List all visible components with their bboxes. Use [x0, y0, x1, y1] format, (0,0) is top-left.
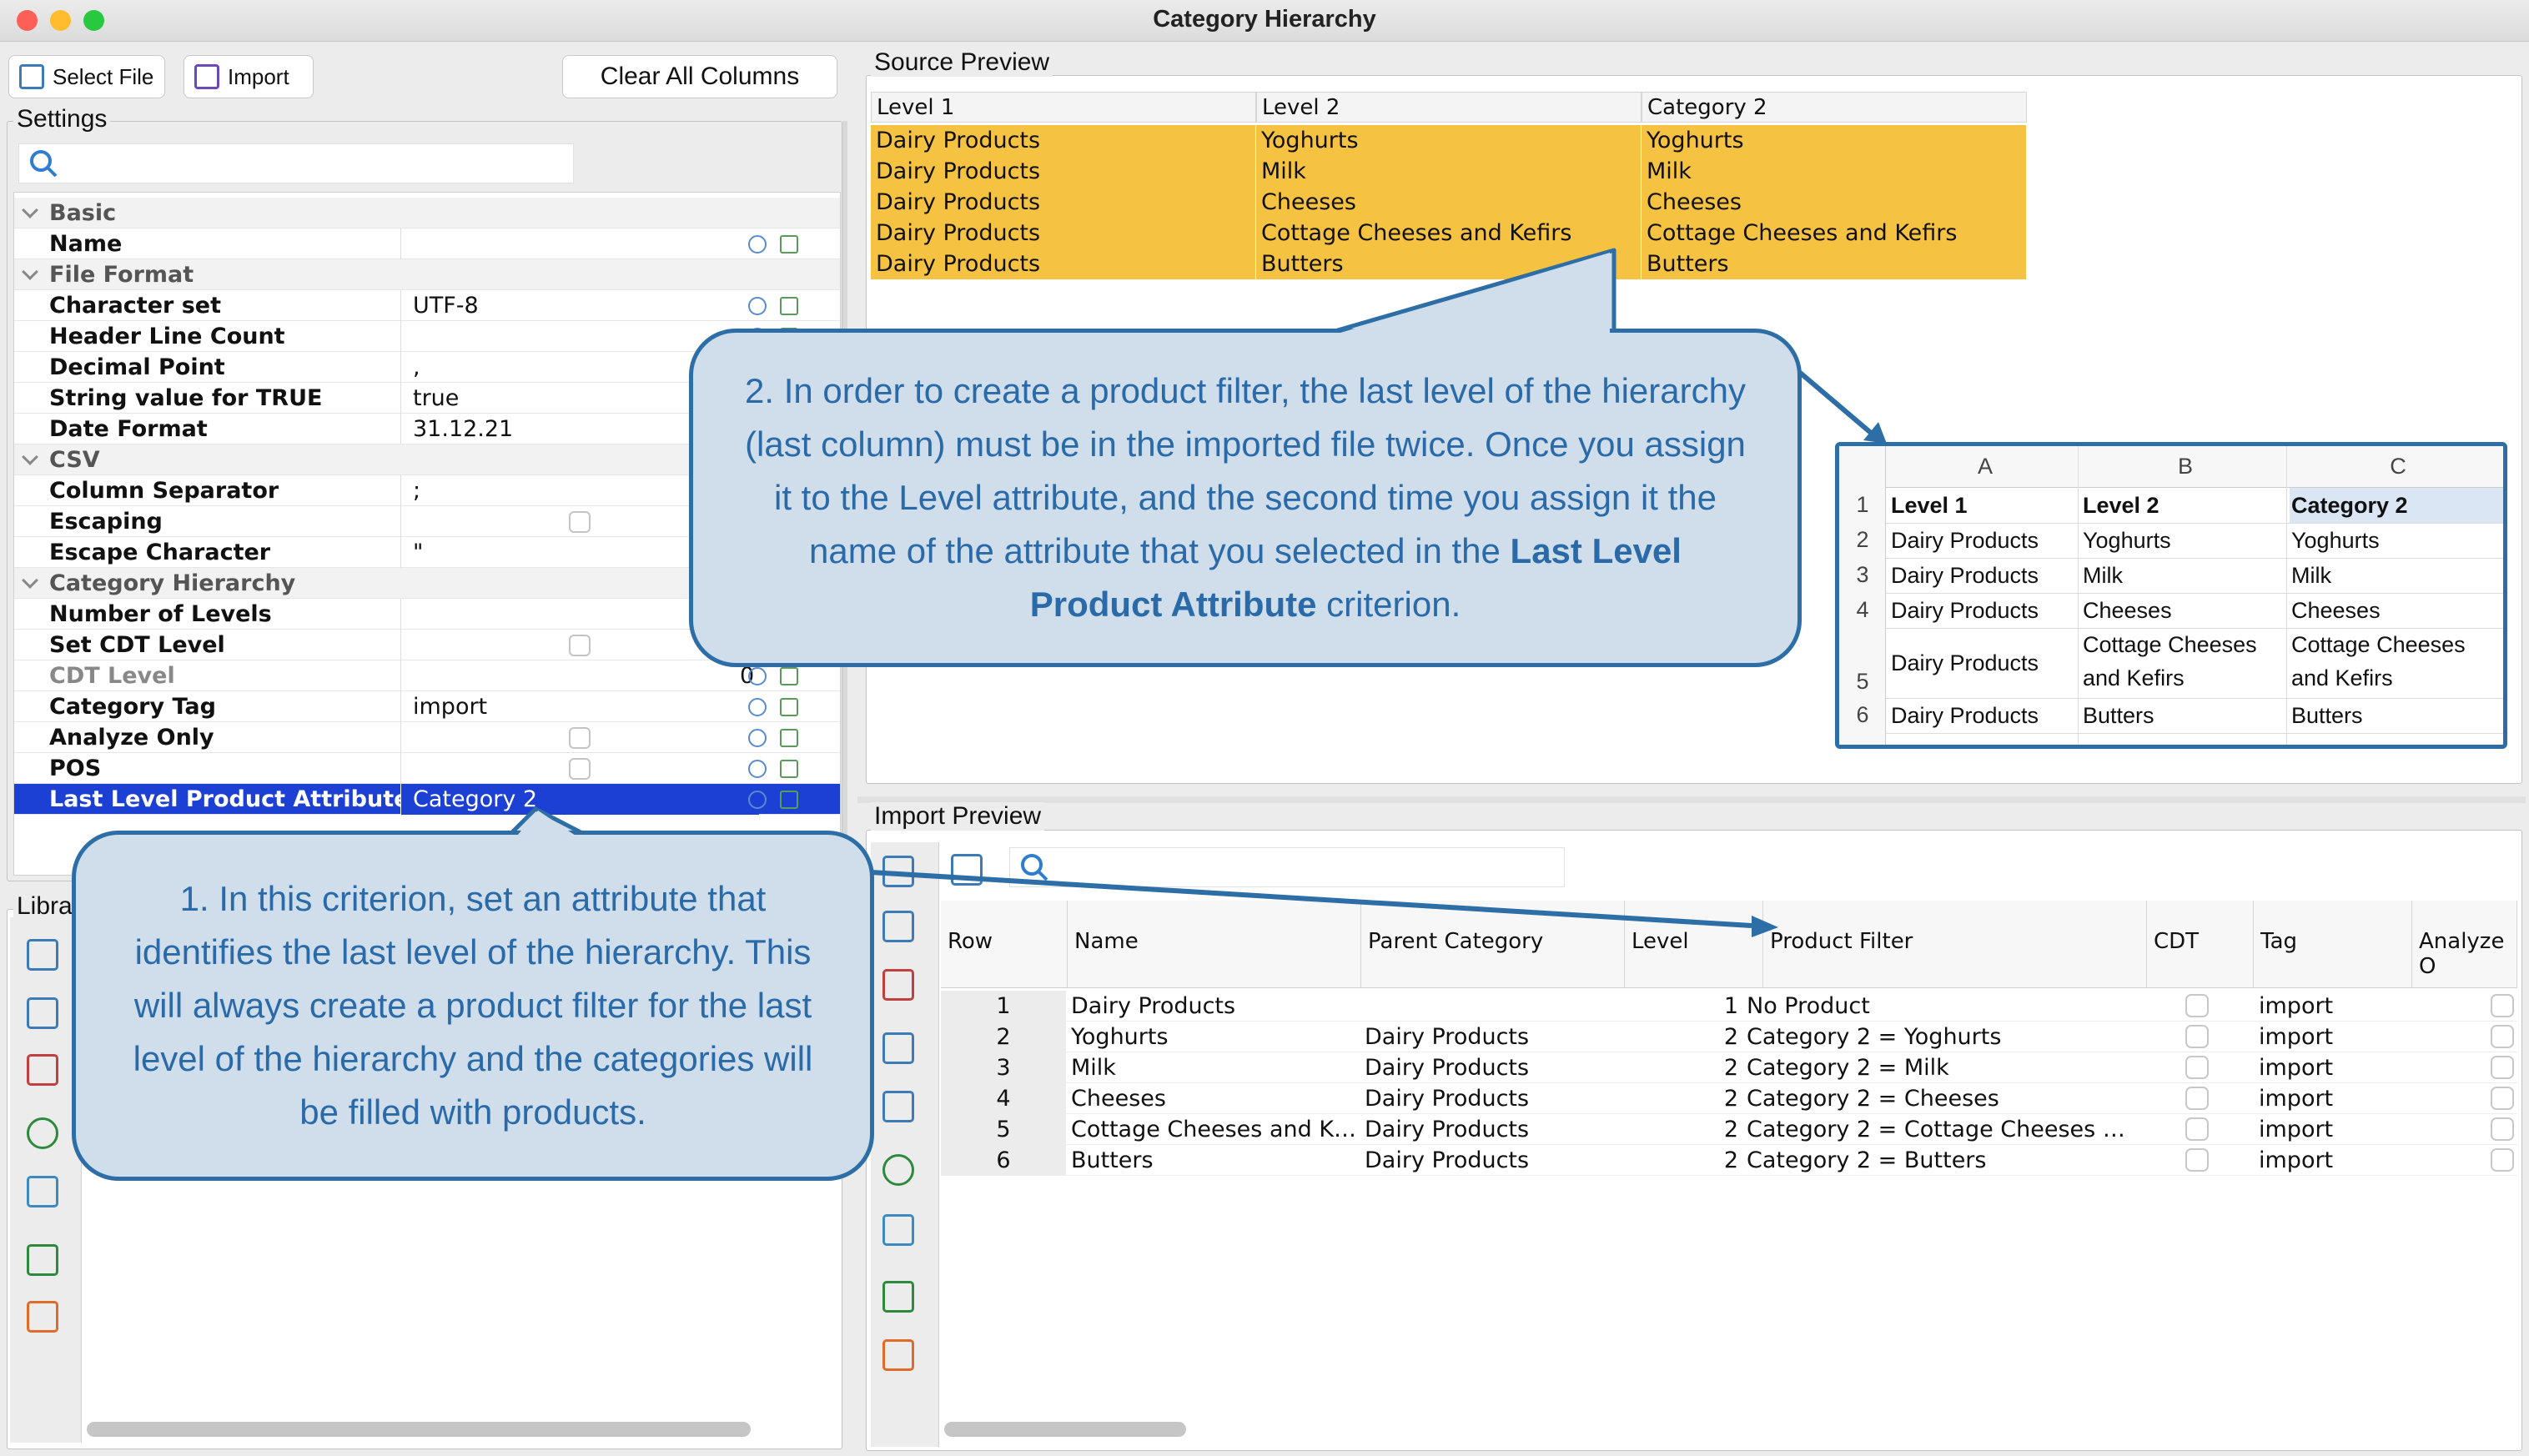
- callout-1-pointer-cover: [517, 811, 576, 836]
